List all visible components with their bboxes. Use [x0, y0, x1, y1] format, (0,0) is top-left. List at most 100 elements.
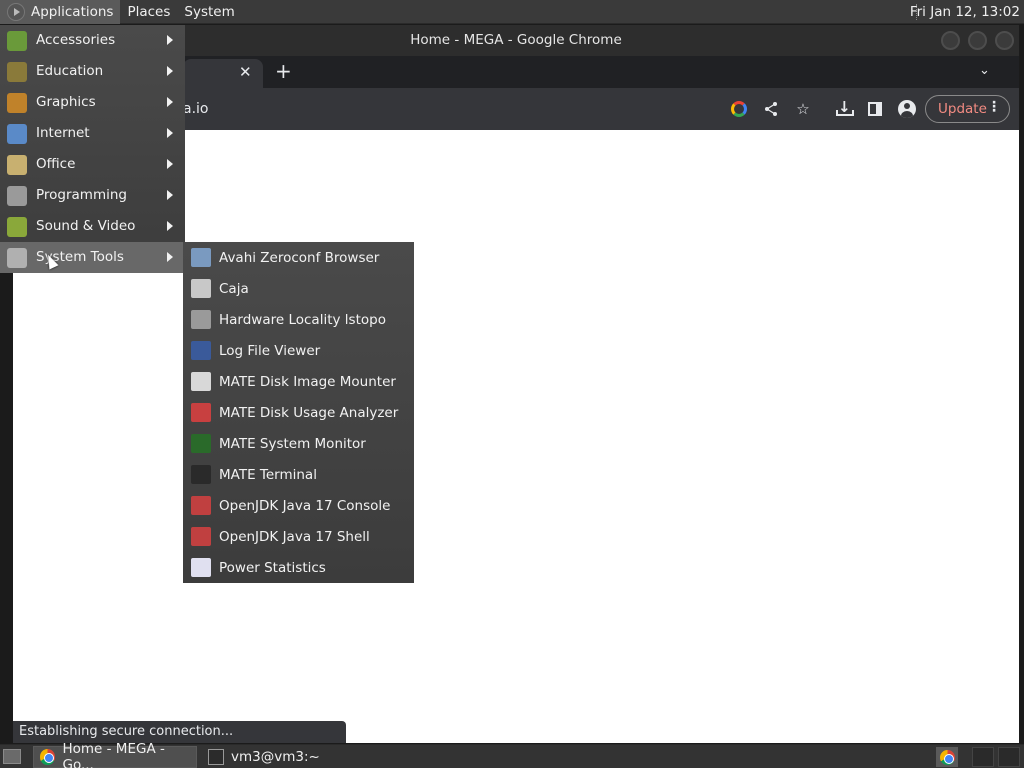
mate-logo-icon	[7, 2, 25, 21]
places-menu[interactable]: Places	[120, 0, 177, 24]
address-bar-text[interactable]: a.io	[183, 101, 208, 117]
update-button[interactable]: Update ⋮	[925, 95, 1010, 123]
minimize-button[interactable]	[941, 31, 960, 50]
menu-item-office[interactable]: Office	[0, 149, 185, 180]
terminal-icon	[208, 749, 224, 765]
tab-close-icon[interactable]: ✕	[239, 63, 252, 81]
menu-item-programming[interactable]: Programming	[0, 180, 185, 211]
menu-item-education[interactable]: Education	[0, 56, 185, 87]
submenu-arrow-icon	[167, 66, 173, 76]
disk-mounter-icon	[191, 372, 211, 391]
clock[interactable]: Fri Jan 12, 13:02	[910, 0, 1020, 24]
submenu-item-label: Power Statistics	[219, 560, 326, 576]
show-desktop-icon[interactable]	[3, 749, 21, 764]
google-lens-icon[interactable]	[729, 99, 749, 119]
maximize-button[interactable]	[968, 31, 987, 50]
submenu-arrow-icon	[167, 128, 173, 138]
caja-icon	[191, 279, 211, 298]
menu-item-label: Accessories	[36, 32, 116, 48]
menu-item-label: Education	[36, 63, 104, 79]
submenu-item-label: MATE Disk Usage Analyzer	[219, 405, 399, 421]
system-tools-submenu: Avahi Zeroconf Browser Caja Hardware Local…	[183, 242, 414, 583]
status-bubble: Establishing secure connection...	[13, 721, 346, 743]
lstopo-icon	[191, 310, 211, 329]
side-panel-icon[interactable]	[865, 99, 885, 119]
taskbar-terminal-label: vm3@vm3:~	[231, 749, 320, 765]
menu-item-sound-video[interactable]: Sound & Video	[0, 211, 185, 242]
tray-chrome-icon	[939, 749, 955, 765]
system-monitor-icon	[191, 434, 211, 453]
close-window-button[interactable]	[995, 31, 1014, 50]
submenu-item-openjdk-java-17-shell[interactable]: OpenJDK Java 17 Shell	[183, 521, 414, 552]
menu-item-internet[interactable]: Internet	[0, 118, 185, 149]
graphics-icon	[7, 93, 27, 113]
profile-icon[interactable]	[897, 99, 917, 119]
submenu-item-mate-terminal[interactable]: MATE Terminal	[183, 459, 414, 490]
tab-search-chevron-icon[interactable]: ⌄	[979, 63, 990, 78]
avahi-icon	[191, 248, 211, 267]
system-menu[interactable]: System	[177, 0, 241, 24]
applications-dropdown: Accessories Education Graphics Internet Offi…	[0, 25, 185, 273]
submenu-item-label: Hardware Locality lstopo	[219, 312, 386, 328]
terminal-icon	[191, 465, 211, 484]
submenu-item-openjdk-java-17-console[interactable]: OpenJDK Java 17 Console	[183, 490, 414, 521]
submenu-item-label: MATE Disk Image Mounter	[219, 374, 396, 390]
submenu-item-label: MATE System Monitor	[219, 436, 366, 452]
menu-item-graphics[interactable]: Graphics	[0, 87, 185, 118]
submenu-item-label: Log File Viewer	[219, 343, 321, 359]
tray-chrome-button[interactable]	[936, 747, 958, 767]
menu-item-label: Graphics	[36, 94, 96, 110]
submenu-item-label: Avahi Zeroconf Browser	[219, 250, 380, 266]
menu-item-accessories[interactable]: Accessories	[0, 25, 185, 56]
submenu-arrow-icon	[167, 159, 173, 169]
accessories-icon	[7, 31, 27, 51]
submenu-item-mate-disk-image-mounter[interactable]: MATE Disk Image Mounter	[183, 366, 414, 397]
top-panel: Applications Places System Fri Jan 12, 1…	[0, 0, 1024, 24]
chrome-icon	[40, 749, 56, 765]
submenu-arrow-icon	[167, 221, 173, 231]
submenu-item-power-statistics[interactable]: Power Statistics	[183, 552, 414, 583]
applications-menu-label: Applications	[31, 3, 114, 20]
applications-menu[interactable]: Applications	[0, 0, 121, 24]
bottom-panel: Home - MEGA - Go... vm3@vm3:~	[0, 741, 1024, 768]
submenu-item-hardware-locality-lstopo[interactable]: Hardware Locality lstopo	[183, 304, 414, 335]
submenu-item-log-file-viewer[interactable]: Log File Viewer	[183, 335, 414, 366]
new-tab-button[interactable]: +	[275, 59, 292, 83]
sound-video-icon	[7, 217, 27, 237]
share-icon[interactable]	[761, 99, 781, 119]
update-label: Update	[938, 101, 987, 117]
submenu-arrow-icon	[167, 97, 173, 107]
submenu-item-mate-system-monitor[interactable]: MATE System Monitor	[183, 428, 414, 459]
submenu-item-mate-disk-usage-analyzer[interactable]: MATE Disk Usage Analyzer	[183, 397, 414, 428]
menu-item-system-tools[interactable]: System Tools	[0, 242, 185, 273]
menu-item-label: Office	[36, 156, 76, 172]
taskbar-terminal-button[interactable]: vm3@vm3:~	[202, 746, 367, 768]
submenu-arrow-icon	[167, 190, 173, 200]
submenu-item-label: OpenJDK Java 17 Console	[219, 498, 391, 514]
submenu-item-label: OpenJDK Java 17 Shell	[219, 529, 370, 545]
menu-item-label: Sound & Video	[36, 218, 136, 234]
submenu-item-avahi-zeroconf-browser[interactable]: Avahi Zeroconf Browser	[183, 242, 414, 273]
internet-icon	[7, 124, 27, 144]
bookmark-star-icon[interactable]: ☆	[793, 99, 813, 119]
download-icon[interactable]	[833, 98, 854, 119]
log-viewer-icon	[191, 341, 211, 360]
disk-usage-icon	[191, 403, 211, 422]
workspace-1[interactable]	[972, 747, 994, 767]
gear-icon	[7, 248, 27, 268]
taskbar-chrome-label: Home - MEGA - Go...	[62, 741, 165, 768]
menu-item-label: Internet	[36, 125, 90, 141]
submenu-arrow-icon	[167, 252, 173, 262]
chrome-menu-icon[interactable]: ⋮	[987, 99, 1001, 115]
submenu-item-label: MATE Terminal	[219, 467, 317, 483]
menu-item-label: Programming	[36, 187, 127, 203]
java-console-icon	[191, 496, 211, 515]
office-icon	[7, 155, 27, 175]
submenu-item-caja[interactable]: Caja	[183, 273, 414, 304]
workspace-2[interactable]	[998, 747, 1020, 767]
taskbar-chrome-button[interactable]: Home - MEGA - Go...	[33, 741, 197, 768]
power-statistics-icon	[191, 558, 211, 577]
education-icon	[7, 62, 27, 82]
java-shell-icon	[191, 527, 211, 546]
submenu-arrow-icon	[167, 35, 173, 45]
